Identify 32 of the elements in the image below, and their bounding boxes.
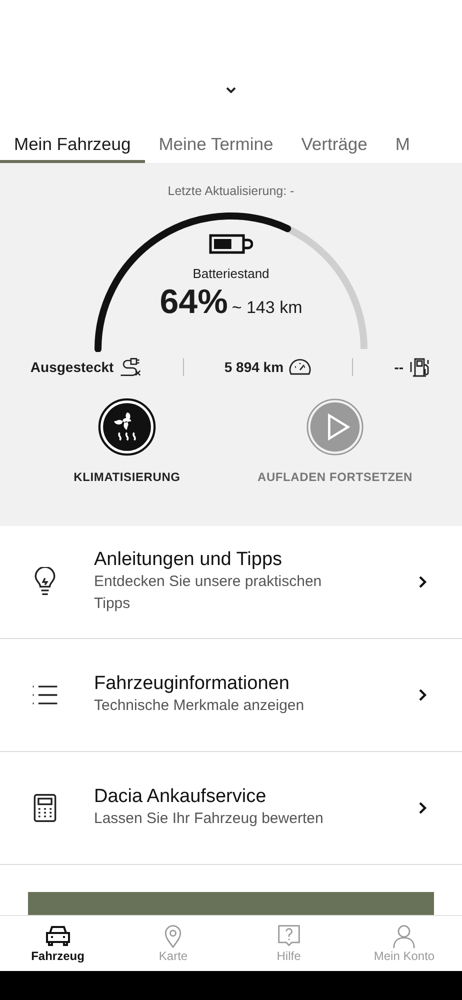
tab[interactable]: Meine Termine (144, 128, 288, 163)
fan-icon (98, 398, 156, 456)
last-update-text: Letzte Aktualisierung: - (168, 184, 294, 198)
nav-item[interactable]: Hilfe (231, 916, 346, 971)
tab[interactable]: M (381, 128, 410, 163)
chevron-right-icon (418, 801, 428, 815)
menu-title: Fahrzeuginformationen (94, 672, 290, 695)
menu-subtitle: Technische Merkmale anzeigen (94, 696, 306, 716)
menu-subtitle: Entdecken Sie unsere praktischen Tipps (94, 572, 323, 614)
menu-row[interactable]: Anleitungen und Tipps Entdecken Sie unsere praktischen Tipps (0, 526, 462, 639)
stat-value: -- (394, 359, 404, 375)
menu-row[interactable]: Dacia Ankaufservice Lassen Sie Ihr Fahrzeug bewerten (0, 752, 462, 865)
battery-percent: 64% (160, 283, 228, 322)
stat-value: 5 894 km (224, 359, 284, 375)
action-button[interactable]: KLIMATISIERUNG (47, 398, 207, 484)
play-icon (306, 398, 364, 456)
car-icon (44, 924, 72, 948)
battery-icon (209, 234, 253, 254)
nav-item[interactable]: Mein Konto (346, 916, 462, 971)
stat-value: Ausgesteckt (30, 359, 114, 375)
battery-label: Batteriestand (192, 266, 270, 281)
chevron-right-icon (418, 575, 428, 589)
nav-item[interactable]: Fahrzeug (0, 916, 116, 971)
chevron-down-icon[interactable] (224, 85, 238, 95)
menu-row[interactable]: Fahrzeuginformationen Technische Merkmale anzeigen (0, 639, 462, 752)
tab[interactable]: Verträge (287, 128, 382, 163)
nav-item[interactable]: Karte (116, 916, 231, 971)
range-text: ~ 143 km (232, 298, 302, 318)
chevron-right-icon (418, 688, 428, 702)
menu-subtitle: Lassen Sie Ihr Fahrzeug bewerten (94, 808, 324, 829)
menu-title: Dacia Ankaufservice (94, 786, 268, 808)
menu-title: Anleitungen und Tipps (94, 548, 284, 570)
